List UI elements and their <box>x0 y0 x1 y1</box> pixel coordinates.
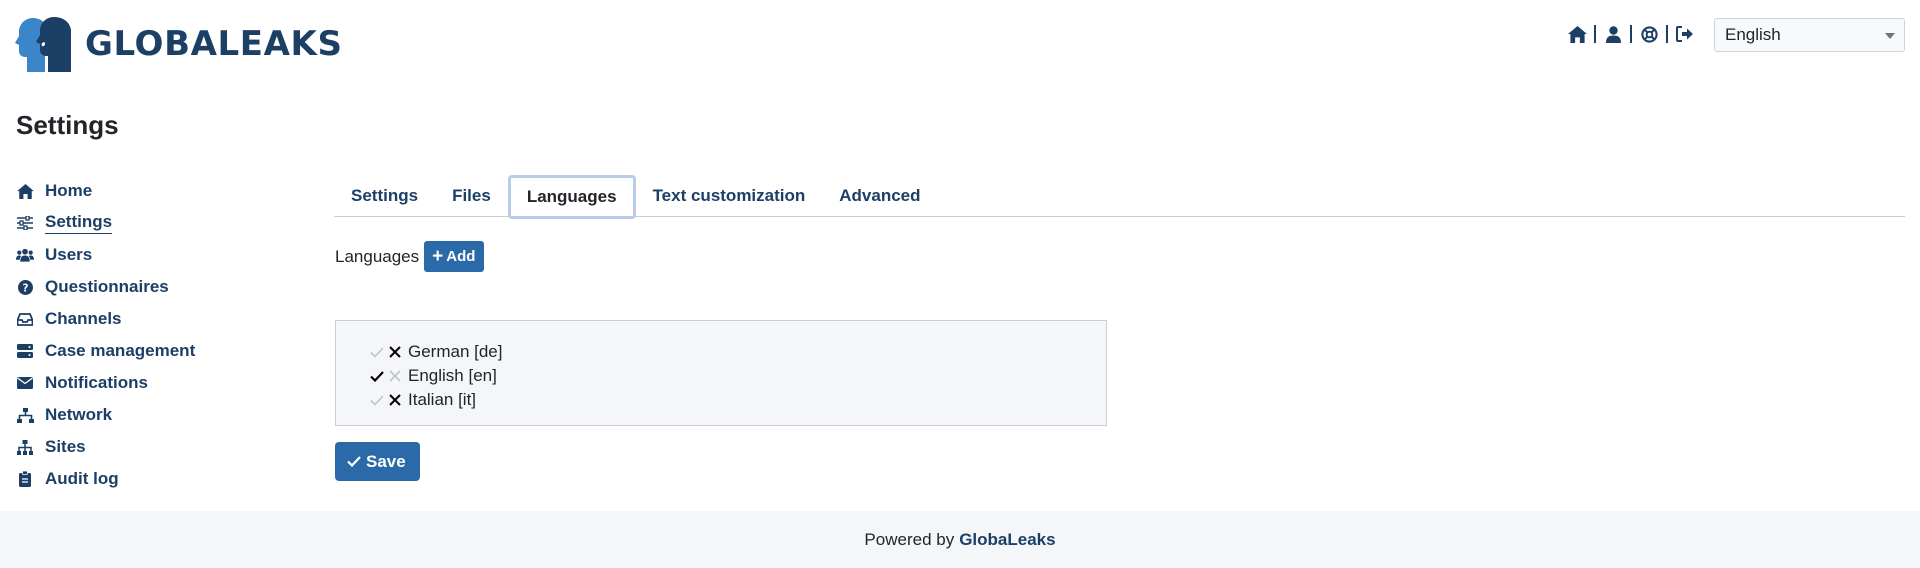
sidebar-item-label: Users <box>45 245 93 264</box>
svg-text:?: ? <box>22 282 28 294</box>
clipboard-icon <box>16 470 34 488</box>
sidebar-item-case-management[interactable]: Case management <box>16 335 276 367</box>
sidebar: Home Settings Users ? Questionnaires Cha… <box>16 175 276 495</box>
globaleaks-link[interactable]: GlobaLeaks <box>959 530 1055 550</box>
sitemap-icon <box>16 438 34 456</box>
users-icon <box>16 246 34 264</box>
sidebar-item-notifications[interactable]: Notifications <box>16 367 276 399</box>
sidebar-item-label: Settings <box>45 212 113 234</box>
network-icon <box>16 406 34 424</box>
inbox-icon <box>16 310 34 328</box>
sidebar-item-network[interactable]: Network <box>16 399 276 431</box>
sidebar-item-label: Sites <box>45 437 86 456</box>
list-item: German [de] <box>368 340 1106 364</box>
chevron-down-icon <box>1885 33 1895 39</box>
divider <box>1630 25 1632 43</box>
globaleaks-logo[interactable]: GLOBALEAKS <box>15 15 343 73</box>
powered-by-text: Powered by <box>864 529 955 549</box>
language-list: German [de] English [en] Italian [it] <box>335 320 1107 426</box>
languages-label: Languages <box>335 246 420 266</box>
logo-text: GLOBALEAKS <box>85 24 343 64</box>
languages-header: Languages + Add <box>335 241 485 272</box>
tab-languages[interactable]: Languages <box>507 175 636 219</box>
set-default-check-icon[interactable] <box>368 391 386 409</box>
list-item: English [en] <box>368 364 1106 388</box>
sidebar-item-label: Audit log <box>45 469 119 488</box>
sidebar-item-settings[interactable]: Settings <box>16 207 276 239</box>
sidebar-item-channels[interactable]: Channels <box>16 303 276 335</box>
sidebar-item-home[interactable]: Home <box>16 175 276 207</box>
page-title: Settings <box>16 110 119 140</box>
add-language-button[interactable]: + Add <box>424 241 485 272</box>
language-name: English [en] <box>408 366 497 385</box>
logout-icon[interactable] <box>1674 23 1696 45</box>
server-icon <box>16 342 34 360</box>
language-select-value: English <box>1725 25 1781 44</box>
tab-text-customization[interactable]: Text customization <box>636 175 823 216</box>
home-icon[interactable] <box>1566 23 1588 45</box>
sidebar-item-label: Questionnaires <box>45 277 169 296</box>
sidebar-item-label: Network <box>45 405 113 424</box>
sidebar-item-label: Case management <box>45 341 196 360</box>
default-check-icon[interactable] <box>368 367 386 385</box>
plus-icon: + <box>432 246 444 267</box>
tab-files[interactable]: Files <box>435 175 508 216</box>
set-default-check-icon[interactable] <box>368 343 386 361</box>
tab-settings[interactable]: Settings <box>334 175 435 216</box>
language-select[interactable]: English <box>1714 18 1905 52</box>
sidebar-item-label: Home <box>45 181 93 200</box>
sidebar-item-questionnaires[interactable]: ? Questionnaires <box>16 271 276 303</box>
sidebar-item-label: Notifications <box>45 373 148 392</box>
remove-x-icon[interactable] <box>386 367 404 385</box>
save-button[interactable]: Save <box>335 442 420 481</box>
sidebar-item-label: Channels <box>45 309 122 328</box>
language-name: German [de] <box>408 342 503 361</box>
sidebar-item-sites[interactable]: Sites <box>16 431 276 463</box>
language-name: Italian [it] <box>408 390 477 409</box>
divider <box>1666 25 1668 43</box>
list-item: Italian [it] <box>368 388 1106 412</box>
sliders-icon <box>16 214 34 232</box>
settings-tabs: Settings Files Languages Text customizat… <box>334 175 1905 219</box>
header-icon-bar <box>1566 22 1696 46</box>
support-icon[interactable] <box>1638 23 1660 45</box>
add-language-button-label: Add <box>446 248 476 265</box>
remove-x-icon[interactable] <box>386 391 404 409</box>
sidebar-item-users[interactable]: Users <box>16 239 276 271</box>
remove-x-icon[interactable] <box>386 343 404 361</box>
footer: Powered by GlobaLeaks <box>0 511 1920 568</box>
tab-advanced[interactable]: Advanced <box>822 175 937 216</box>
home-icon <box>16 182 34 200</box>
logo-heads-icon <box>15 16 71 72</box>
envelope-icon <box>16 374 34 392</box>
check-icon <box>347 456 361 467</box>
sidebar-item-audit-log[interactable]: Audit log <box>16 463 276 495</box>
divider <box>1594 25 1596 43</box>
save-button-label: Save <box>366 451 406 471</box>
user-icon[interactable] <box>1602 23 1624 45</box>
question-circle-icon: ? <box>16 278 34 296</box>
